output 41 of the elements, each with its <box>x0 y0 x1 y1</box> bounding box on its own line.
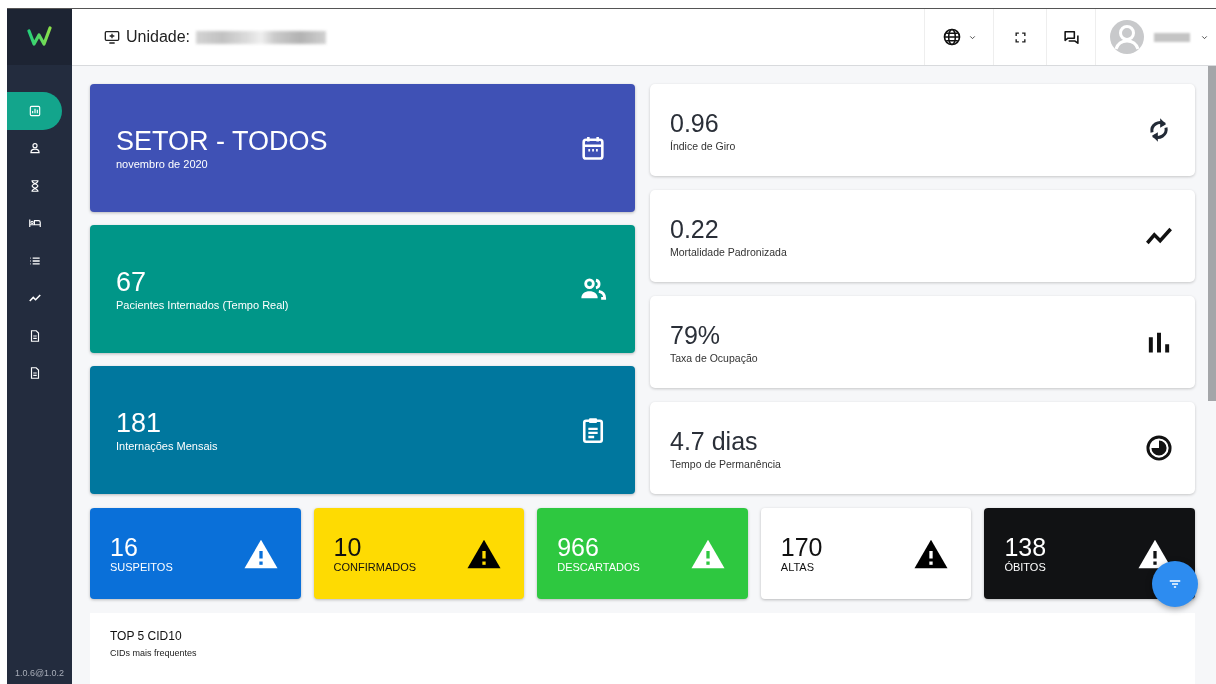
pie-chart-icon <box>1145 434 1173 462</box>
card-label: Tempo de Permanência <box>670 457 782 470</box>
card-value: 0.96 <box>670 108 720 137</box>
card-label: ÓBITOS <box>1004 561 1047 573</box>
card-value: 4.7 dias <box>670 426 759 455</box>
card-label: Internações Mensais <box>116 440 219 452</box>
card-label: Pacientes Internados (Tempo Real) <box>116 299 290 311</box>
card-label: DESCARTADOS <box>557 561 641 573</box>
card-value: 79% <box>670 320 722 349</box>
card-label: CONFIRMADOS <box>333 561 418 573</box>
monitor-plus-icon <box>104 29 120 45</box>
scrollbar-thumb[interactable] <box>1208 66 1216 401</box>
card-value: 0.22 <box>670 214 720 243</box>
filter-button[interactable] <box>1152 561 1198 607</box>
card-value: 16 <box>110 534 139 561</box>
fullscreen-icon <box>1013 30 1027 44</box>
blurred-text-mark <box>1154 32 1190 42</box>
card-label: SUSPEITOS <box>110 561 174 573</box>
card-value: 170 <box>780 534 824 561</box>
version-label: 1.0.6@1.0.2 <box>13 668 66 680</box>
sidebar-item[interactable] <box>7 92 62 130</box>
card-label: novembro de 2020 <box>116 158 209 170</box>
panel-subtitle: CIDs mais frequentes <box>110 648 198 658</box>
card-label: Índice de Giro <box>670 139 737 152</box>
card-value: 966 <box>557 534 600 561</box>
card-label: Taxa de Ocupação <box>670 351 759 364</box>
card-value: 181 <box>116 408 163 438</box>
person-icon <box>27 141 42 156</box>
chat-icon <box>1062 28 1080 46</box>
avatar-icon <box>1110 20 1144 54</box>
panel-title: TOP 5 CID10 <box>110 629 183 643</box>
unit-label: Unidade: <box>126 28 191 46</box>
card-label: ALTAS <box>780 561 815 573</box>
card-value: 138 <box>1004 534 1048 561</box>
card-value: SETOR - TODOS <box>116 126 329 156</box>
calendar-icon <box>579 134 607 162</box>
card-value: 67 <box>116 267 148 297</box>
bar-chart-icon <box>27 103 42 118</box>
globe-icon <box>941 27 962 47</box>
card-value: 10 <box>333 534 363 561</box>
card-label: Mortalidade Padronizada <box>670 245 788 258</box>
